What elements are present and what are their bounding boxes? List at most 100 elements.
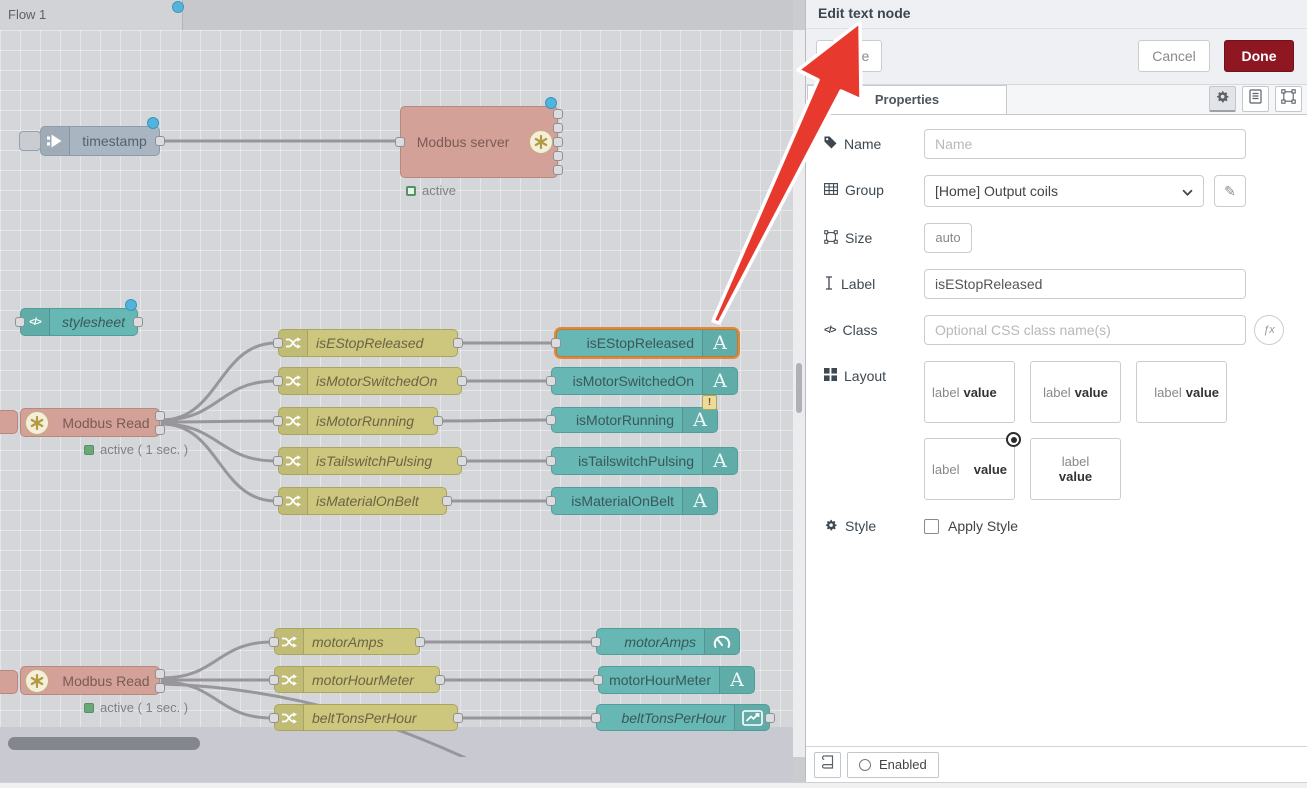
apply-style-checkbox[interactable] (924, 519, 939, 534)
output-port[interactable] (155, 136, 165, 146)
input-port[interactable] (546, 376, 556, 386)
output-port[interactable] (133, 317, 143, 327)
node-ui-motorAmps[interactable]: motorAmps (596, 628, 740, 655)
node-change-motorHourMeter[interactable]: motorHourMeter (274, 666, 440, 693)
node-change-isEStopReleased[interactable]: isEStopReleased (278, 329, 458, 357)
label-input[interactable] (924, 269, 1246, 299)
edit-group-button[interactable]: ✎ (1214, 175, 1246, 207)
size-row: Size auto (824, 223, 1291, 253)
size-button[interactable]: auto (924, 223, 972, 253)
delete-button[interactable]: Delete (816, 40, 882, 72)
node-text-isEStopReleased[interactable]: isEStopReleasedA (556, 329, 738, 357)
output-port[interactable] (155, 425, 165, 435)
output-port[interactable] (457, 376, 467, 386)
input-port[interactable] (546, 496, 556, 506)
node-properties-button[interactable] (1209, 86, 1236, 112)
node-ui-motorHourMeter[interactable]: motorHourMeterA (598, 666, 755, 694)
input-port[interactable] (546, 415, 556, 425)
output-port[interactable] (553, 165, 563, 175)
node-ui-beltTonsPerHour[interactable]: beltTonsPerHour (596, 704, 770, 731)
vertical-scrollbar-track[interactable] (793, 30, 805, 757)
input-port[interactable] (591, 713, 601, 723)
tab-properties[interactable]: Properties (807, 85, 1007, 114)
input-port[interactable] (551, 338, 561, 348)
node-change-isTailswitchPulsing[interactable]: isTailswitchPulsing (278, 447, 462, 475)
horizontal-scrollbar[interactable] (8, 737, 200, 750)
vertical-scrollbar[interactable] (796, 363, 802, 413)
layout-option-stacked[interactable]: labelvalue (1030, 438, 1121, 500)
code-icon: </> (21, 309, 50, 335)
node-change-isMotorSwitchedOn[interactable]: isMotorSwitchedOn (278, 367, 462, 395)
tab-flow-1[interactable]: Flow 1 (0, 0, 183, 30)
input-port[interactable] (15, 317, 25, 327)
group-select[interactable]: [Home] Output coils (924, 175, 1204, 207)
node-modbus-read-1[interactable]: Modbus Read (20, 408, 160, 437)
input-port[interactable] (273, 416, 283, 426)
node-modbus-read-2[interactable]: Modbus Read (20, 666, 160, 695)
output-port[interactable] (155, 683, 165, 693)
done-button[interactable]: Done (1224, 40, 1294, 72)
input-port[interactable] (273, 496, 283, 506)
node-change-motorAmps[interactable]: motorAmps (274, 628, 420, 655)
node-label: isTailswitchPulsing (552, 453, 702, 469)
input-port[interactable] (269, 675, 279, 685)
expression-button[interactable]: ƒx (1254, 315, 1284, 345)
layout-option-row-left[interactable]: labelvalue (924, 361, 1015, 423)
node-edge-node-2[interactable] (0, 670, 18, 694)
input-port[interactable] (269, 713, 279, 723)
output-port[interactable] (155, 411, 165, 421)
flow-canvas[interactable]: timestampModbus serveractive</>styleshee… (0, 30, 793, 757)
layout-row: Layout labelvalue labelvalue labelvalue … (824, 361, 1291, 500)
code-icon: </> (824, 325, 835, 336)
input-port[interactable] (593, 675, 603, 685)
node-text-isTailswitchPulsing[interactable]: isTailswitchPulsingA (551, 447, 738, 475)
node-text-isMotorSwitchedOn[interactable]: isMotorSwitchedOnA (551, 367, 738, 395)
node-stylesheet[interactable]: </>stylesheet (20, 308, 138, 336)
node-description-button[interactable] (1242, 86, 1269, 112)
node-edge-node-1[interactable] (0, 410, 18, 434)
input-port[interactable] (273, 456, 283, 466)
output-port[interactable] (453, 713, 463, 723)
node-appearance-button[interactable] (1275, 86, 1302, 112)
output-port[interactable] (553, 109, 563, 119)
input-port[interactable] (273, 376, 283, 386)
node-modbus-server[interactable]: Modbus server (400, 106, 558, 178)
input-port[interactable] (591, 637, 601, 647)
label-label: Label (824, 269, 924, 299)
output-port[interactable] (457, 456, 467, 466)
i-cursor-icon (824, 276, 834, 293)
input-port[interactable] (269, 637, 279, 647)
class-input[interactable] (924, 315, 1246, 345)
output-port[interactable] (553, 151, 563, 161)
shuffle-icon (279, 408, 308, 434)
output-port[interactable] (415, 637, 425, 647)
cancel-button[interactable]: Cancel (1138, 40, 1210, 72)
node-change-isMaterialOnBelt[interactable]: isMaterialOnBelt (278, 487, 447, 515)
node-change-isMotorRunning[interactable]: isMotorRunning (278, 407, 438, 435)
output-port[interactable] (435, 675, 445, 685)
output-port[interactable] (553, 137, 563, 147)
node-text-isMaterialOnBelt[interactable]: isMaterialOnBeltA (551, 487, 718, 515)
input-port[interactable] (546, 456, 556, 466)
output-port[interactable] (442, 496, 452, 506)
node-label: isTailswitchPulsing (308, 453, 461, 469)
layout-option-row-spread-selected[interactable]: labelvalue (924, 438, 1015, 500)
node-change-beltTonsPerHour[interactable]: beltTonsPerHour (274, 704, 458, 731)
input-port[interactable] (395, 137, 405, 147)
inject-button[interactable] (19, 131, 41, 151)
layout-option-row-right[interactable]: labelvalue (1136, 361, 1227, 423)
layout-option-row-center[interactable]: labelvalue (1030, 361, 1121, 423)
output-port[interactable] (155, 669, 165, 679)
gauge-icon (704, 629, 739, 654)
output-port[interactable] (433, 416, 443, 426)
node-timestamp[interactable]: timestamp (40, 126, 160, 156)
enabled-toggle-button[interactable]: Enabled (847, 752, 939, 778)
output-port[interactable] (553, 123, 563, 133)
name-input[interactable] (924, 129, 1246, 159)
output-port[interactable] (453, 338, 463, 348)
input-port[interactable] (273, 338, 283, 348)
apply-style-control: Apply Style (924, 516, 1018, 536)
docs-button[interactable] (814, 752, 841, 778)
output-port[interactable] (765, 713, 775, 723)
node-text-isMotorRunning[interactable]: isMotorRunningA (551, 407, 718, 433)
